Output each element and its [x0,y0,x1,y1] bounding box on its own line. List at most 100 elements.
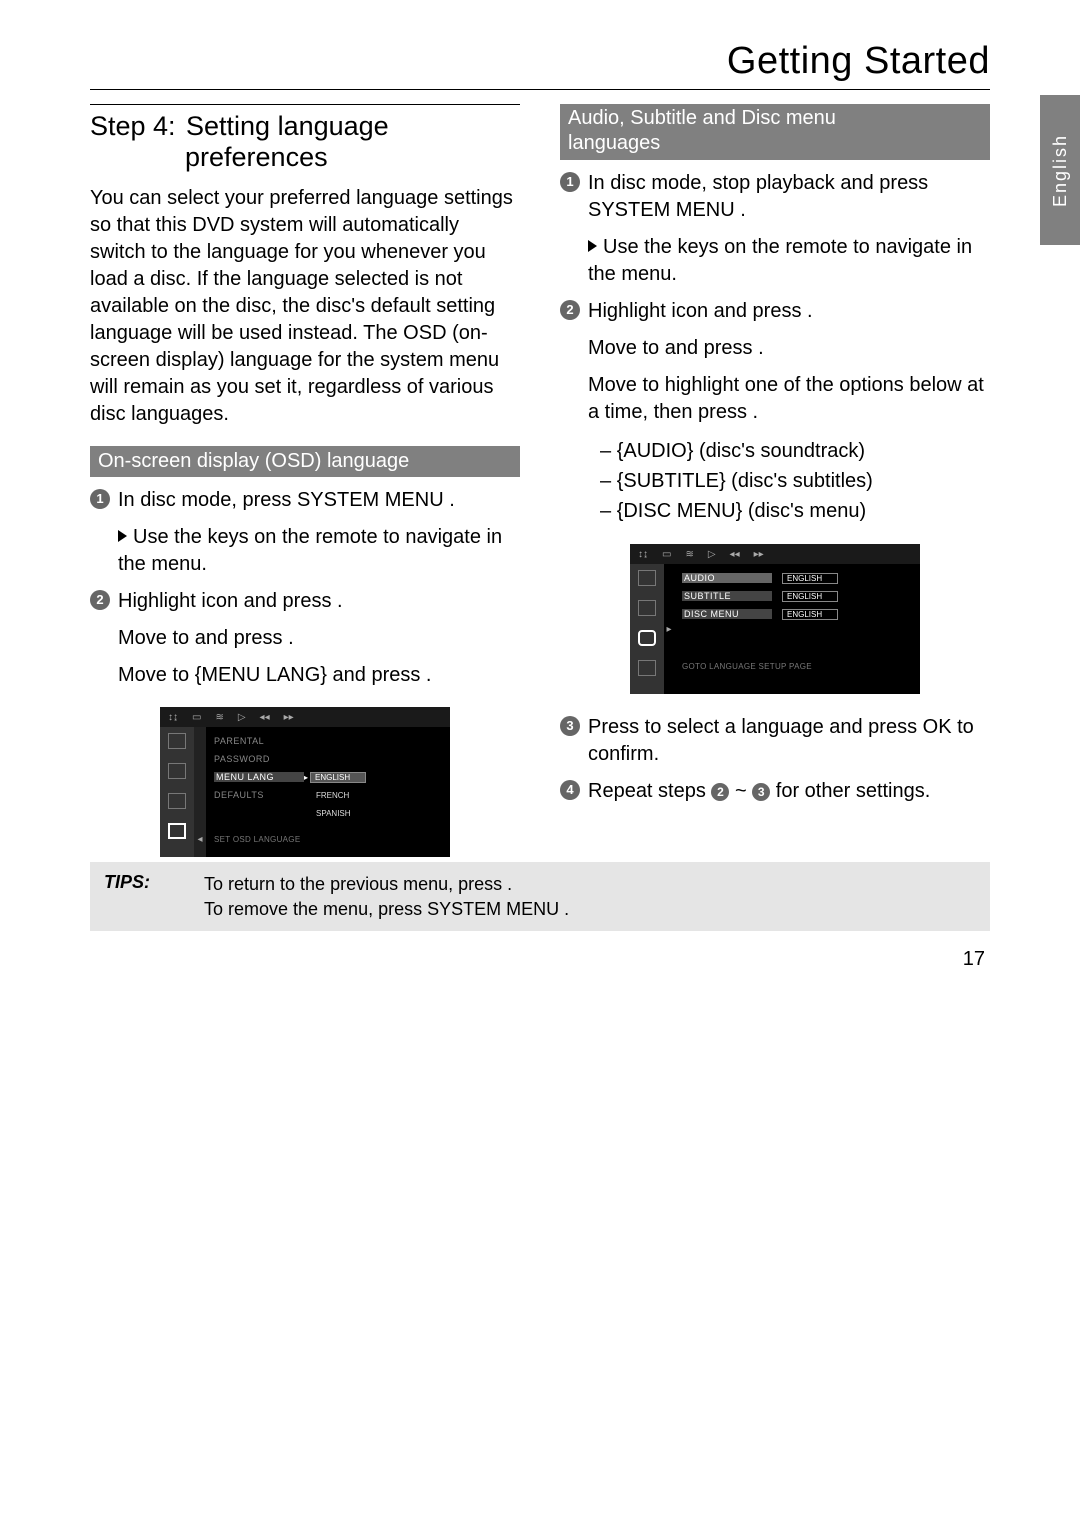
osd-caret-icon: ▸ [304,773,308,782]
section-header-osd: On-screen display (OSD) language [90,446,520,477]
r4-text-a: Repeat steps [588,780,711,802]
step-1-left: 1 In disc mode, press SYSTEM MENU . [90,487,520,514]
page-title: Getting Started [90,40,990,90]
step-2-left: 2 Highlight icon and press . [90,588,520,615]
osd1-footer: SET OSD LANGUAGE [214,835,442,844]
osd-value: ENGLISH [782,609,838,620]
osd-tab-icon [638,660,656,676]
right-column: Audio, Subtitle and Disc menu languages … [560,104,990,941]
tips-line1: To return to the previous menu, press . [204,872,569,896]
section-header-audio: Audio, Subtitle and Disc menu languages [560,104,990,160]
osd-icon: ▭ [662,549,671,560]
r4-text-c: for other settings. [770,780,930,802]
r2c: Move to highlight one of the options bel… [560,372,990,426]
osd-row-label: PASSWORD [214,754,304,764]
osd-row-label-active: MENU LANG [214,772,304,782]
osd-tab-icon [168,733,186,749]
osd2-top-icons: ↕↨ ▭ ≋ ▷ ◂◂ ▸▸ [630,544,920,564]
section2-line2: languages [568,131,982,156]
r1-text-b: SYSTEM MENU [588,199,735,221]
language-tab: English [1040,95,1080,245]
osd-option: ENGLISH [310,772,366,783]
s1-2c: Move to {MENU LANG} and press . [90,662,520,689]
step-title-line2: preferences [185,142,520,173]
option-list: {AUDIO} (disc's soundtrack) {SUBTITLE} (… [560,436,990,526]
r3-text: Press to select a language and press OK … [588,716,974,765]
option-audio: {AUDIO} (disc's soundtrack) [600,436,990,466]
osd-icon: ◂◂ [730,549,740,560]
right-arrow-icon [118,530,127,542]
osd-tab-icon [638,600,656,616]
osd2-footer: GOTO LANGUAGE SETUP PAGE [682,662,912,671]
osd1-main: PARENTAL PASSWORD MENU LANG ▸ ENGLISH DE… [206,727,450,857]
right-arrow-icon [588,240,597,252]
bullet-3-icon: 3 [560,716,580,736]
s1-2b: Move to and press . [90,625,520,652]
r1-text-a: In disc mode, stop playback and press [588,172,928,194]
step-heading: Step 4: Setting language preferences [90,104,520,173]
osd-icon: ▷ [238,712,246,723]
tips-line2b: SYSTEM MENU [427,899,559,919]
osd-tab-icon-active [168,823,186,839]
osd-option: FRENCH [312,791,368,800]
tips-label: TIPS: [104,872,164,921]
option-discmenu: {DISC MENU} (disc's menu) [600,496,990,526]
osd-icon: ↕↨ [168,712,178,723]
osd-tab-icon [638,570,656,586]
page-number: 17 [963,948,985,971]
osd-tab-icon-active [638,630,656,646]
osd2-main: AUDIO ENGLISH SUBTITLE ENGLISH DISC MENU [674,564,920,694]
arrow-text-right: Use the keys on the remote to navigate i… [588,236,972,285]
bullet-1-icon: 1 [90,489,110,509]
osd1-top-icons: ↕↨ ▭ ≋ ▷ ◂◂ ▸▸ [160,707,450,727]
osd1-left-icons [160,727,194,857]
osd-option: SPANISH [312,809,368,818]
left-column: Step 4: Setting language preferences You… [90,104,520,941]
osd-icon: ▭ [192,712,201,723]
osd-row-label: DEFAULTS [214,790,304,800]
osd-arrow-col: ◂ [194,727,206,857]
osd-arrow-col: ▸ [664,564,674,694]
bullet-2-icon: 2 [560,300,580,320]
option-subtitle: {SUBTITLE} (disc's subtitles) [600,466,990,496]
step-2-right: 2 Highlight icon and press . [560,298,990,325]
tips-line2c: . [559,899,569,919]
osd-tab-icon [168,793,186,809]
osd-icon: ↕↨ [638,549,648,560]
osd-row-label: DISC MENU [682,609,772,619]
s1-2-text: Highlight icon and press . [118,590,343,612]
osd-row-label: SUBTITLE [682,591,772,601]
r4-text-b: ~ [729,780,752,802]
bullet-1-icon: 1 [560,172,580,192]
intro-paragraph: You can select your preferred language s… [90,185,520,428]
r1-text-c: . [735,199,746,221]
arrow-text-left: Use the keys on the remote to navigate i… [118,526,502,575]
step-4-right: 4 Repeat steps 2 ~ 3 for other settings. [560,778,990,805]
s1-text-b: SYSTEM MENU [297,489,444,511]
r2-text: Highlight icon and press . [588,300,813,322]
s1-text-a: In disc mode, press [118,489,297,511]
bullet-3-inline-icon: 3 [752,783,770,801]
arrow-line-left: Use the keys on the remote to navigate i… [90,524,520,578]
osd-row-label: PARENTAL [214,736,304,746]
osd-screenshot-1: ↕↨ ▭ ≋ ▷ ◂◂ ▸▸ ◂ PARENTAL [160,707,450,857]
osd-screenshot-2: ↕↨ ▭ ≋ ▷ ◂◂ ▸▸ ▸ [630,544,920,694]
step-title-line1: Setting language [186,111,389,141]
bullet-4-icon: 4 [560,780,580,800]
osd-icon: ≋ [685,549,693,560]
bullet-2-inline-icon: 2 [711,783,729,801]
r2b: Move to and press . [560,335,990,362]
tips-text: To return to the previous menu, press . … [204,872,569,921]
tips-bar: TIPS: To return to the previous menu, pr… [90,862,990,931]
step-1-right: 1 In disc mode, stop playback and press … [560,170,990,224]
tips-line2a: To remove the menu, press [204,899,427,919]
osd-icon: ◂◂ [260,712,270,723]
osd-icon: ▸▸ [754,549,764,560]
osd-icon: ≋ [215,712,223,723]
s1-text-c: . [444,489,455,511]
step-3-right: 3 Press to select a language and press O… [560,714,990,768]
osd2-left-icons [630,564,664,694]
section2-line1: Audio, Subtitle and Disc menu [568,106,982,131]
osd-value: ENGLISH [782,573,838,584]
step-number: Step 4: [90,111,176,141]
